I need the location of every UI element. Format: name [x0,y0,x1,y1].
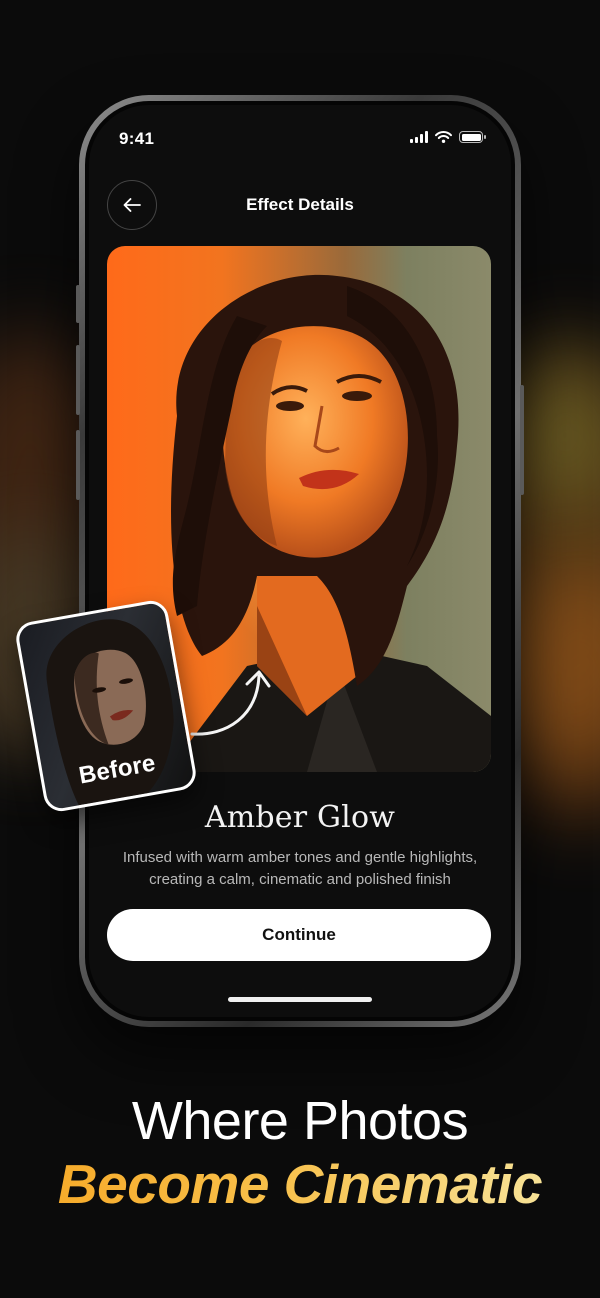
phone-volume-up-button [76,345,80,415]
signal-icon [410,131,428,143]
phone-action-button [76,285,80,323]
continue-button[interactable]: Continue [107,909,491,961]
status-time: 9:41 [119,129,155,148]
background-blur [520,360,600,510]
effect-description: Infused with warm amber tones and gentle… [122,849,478,888]
page-title: Effect Details [246,195,354,214]
effect-title: Amber Glow [204,800,396,835]
headline-line-1: Where Photos [131,1091,469,1151]
phone-power-button [520,385,524,495]
wifi-icon [435,131,452,143]
status-icons [410,131,486,143]
battery-icon [459,131,486,143]
home-indicator [228,997,372,1002]
phone-volume-down-button [76,430,80,500]
headline-line-2: Become Cinematic [0,1152,600,1216]
phone-screen: 9:41 Effect Details Amber Glow Infused w… [85,101,515,1021]
status-bar: 9:41 [89,105,511,165]
before-thumbnail: Before [13,598,199,814]
phone-mockup: 9:41 Effect Details Amber Glow Infused w… [76,95,524,1027]
